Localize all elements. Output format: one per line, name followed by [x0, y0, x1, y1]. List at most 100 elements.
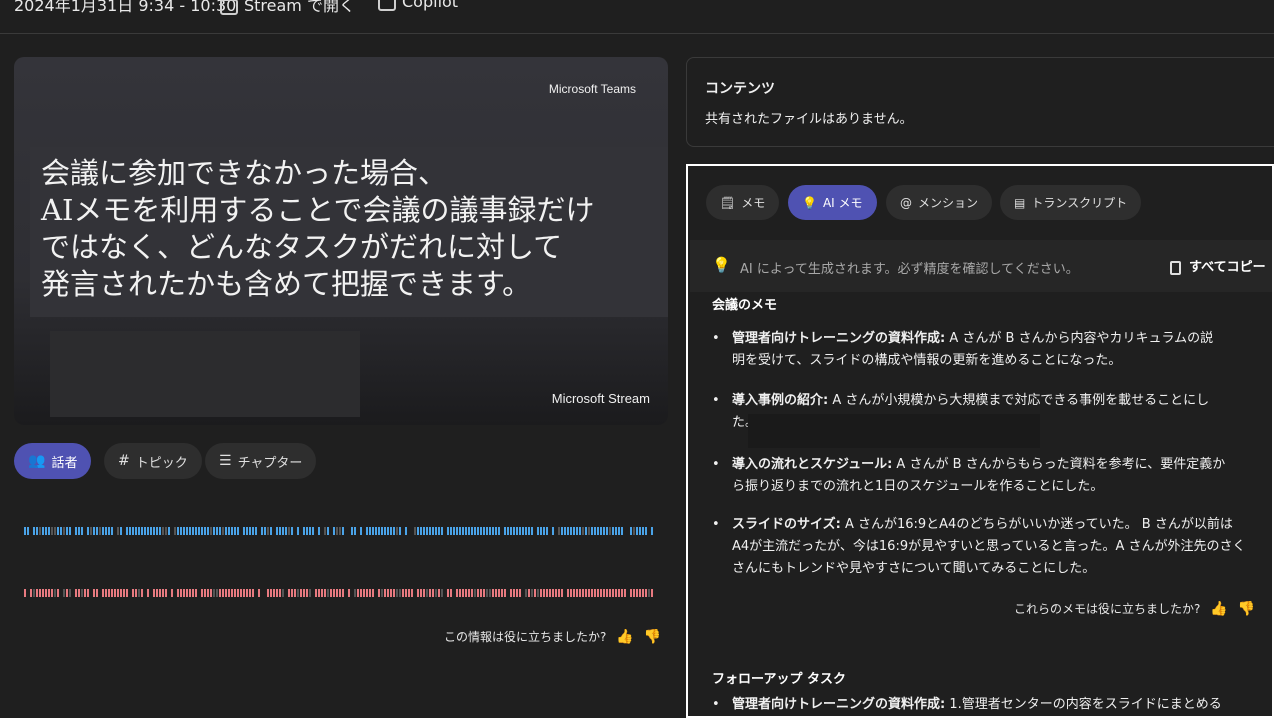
lightbulb-icon: 💡 [802, 195, 817, 210]
copilot-button[interactable]: Copilot [378, 0, 458, 11]
activity-segment [582, 527, 584, 535]
activity-segment [477, 589, 479, 597]
activity-segment [621, 527, 623, 535]
activity-segment [420, 589, 422, 597]
activity-segment [111, 527, 113, 535]
activity-segment [237, 589, 239, 597]
activity-segment [480, 527, 482, 535]
activity-segment [618, 527, 620, 535]
activity-segment [516, 527, 518, 535]
tab-topics[interactable]: # トピック [104, 443, 202, 479]
contents-empty-text: 共有されたファイルはありません。 [705, 112, 913, 127]
activity-segment [387, 527, 389, 535]
activity-segment [267, 589, 269, 597]
lightbulb-icon: 💡 [712, 256, 731, 274]
top-bar: 2024年1月31日 9:34 - 10:30 Stream で開く Copil… [0, 0, 1274, 34]
activity-segment [561, 527, 563, 535]
activity-segment [543, 527, 545, 535]
activity-segment [474, 589, 476, 597]
activity-segment [183, 527, 185, 535]
tab-notes[interactable]: 🗒 メモ [706, 185, 780, 220]
tab-transcript[interactable]: ▤ トランスクリプト [1000, 185, 1142, 220]
activity-segment [450, 527, 452, 535]
copy-all-button[interactable]: すべてコピー [1170, 256, 1266, 275]
activity-segment [102, 527, 104, 535]
speaker-track-1[interactable] [24, 527, 656, 535]
activity-segment [393, 527, 395, 535]
activity-segment [423, 527, 425, 535]
note-head: スライドのサイズ: [732, 517, 841, 532]
activity-segment [525, 589, 527, 597]
activity-segment [24, 589, 26, 597]
activity-segment [93, 589, 95, 597]
activity-segment [66, 589, 68, 597]
tab-chapters[interactable]: ☰ チャプター [205, 443, 317, 479]
activity-segment [369, 527, 371, 535]
activity-segment [573, 527, 575, 535]
activity-segment [438, 527, 440, 535]
activity-segment [252, 589, 254, 597]
note-head: 管理者向けトレーニングの資料作成: [732, 331, 946, 346]
activity-segment [462, 527, 464, 535]
activity-segment [447, 589, 449, 597]
tab-ai-notes[interactable]: 💡 AI メモ [788, 185, 877, 220]
activity-segment [495, 589, 497, 597]
contents-card: コンテンツ 共有されたファイルはありません。 [686, 57, 1274, 147]
activity-segment [399, 527, 401, 535]
activity-segment [39, 589, 41, 597]
activity-segment [633, 589, 635, 597]
activity-segment [567, 589, 569, 597]
activity-segment [540, 527, 542, 535]
tab-notes-label: メモ [741, 196, 766, 210]
activity-segment [312, 527, 314, 535]
notes-panel: 🗒 メモ 💡 AI メモ @ メンション ▤ トランスクリプト 💡 AI によっ… [686, 164, 1274, 718]
activity-segment [27, 527, 29, 535]
activity-segment [390, 589, 392, 597]
activity-segment [66, 527, 68, 535]
activity-segment [141, 589, 143, 597]
open-in-stream-button[interactable]: Stream で開く [220, 0, 355, 16]
open-external-icon [220, 0, 238, 15]
activity-segment [342, 589, 344, 597]
activity-segment [348, 589, 350, 597]
tab-speakers[interactable]: 👥 話者 [14, 443, 92, 479]
activity-segment [219, 527, 221, 535]
tab-chapters-label: チャプター [237, 455, 303, 471]
activity-segment [198, 527, 200, 535]
activity-segment [315, 589, 317, 597]
followup-title: フォローアップ タスク [712, 672, 847, 687]
people-icon: 👥 [28, 453, 46, 469]
thumbs-down-icon[interactable]: 👎 [1238, 601, 1255, 617]
feedback-right: これらのメモは役に立ちましたか? 👍 👎 [1014, 600, 1255, 617]
activity-segment [588, 527, 590, 535]
activity-segment [333, 589, 335, 597]
activity-segment [333, 527, 335, 535]
thumbs-up-icon[interactable]: 👍 [1210, 601, 1227, 617]
thumbs-up-icon[interactable]: 👍 [616, 629, 633, 645]
activity-segment [408, 589, 410, 597]
activity-segment [180, 527, 182, 535]
tab-mentions[interactable]: @ メンション [886, 185, 993, 220]
activity-segment [177, 589, 179, 597]
speaker-track-2[interactable] [24, 589, 656, 597]
thumbs-down-icon[interactable]: 👎 [644, 629, 661, 645]
activity-segment [564, 527, 566, 535]
activity-segment [630, 589, 632, 597]
activity-segment [339, 589, 341, 597]
caption-line: AIメモを利用することで会議の議事録だけ [41, 193, 595, 227]
activity-segment [30, 589, 32, 597]
activity-segment [420, 527, 422, 535]
followup-item: • 管理者向けトレーニングの資料作成: 1.管理者センターの内容をスライドにまと… [712, 697, 1222, 712]
caption-line: 発言されたかも含めて把握できます。 [41, 267, 532, 301]
note-text: さんにもトレンドや見やすさについて聞いてみることにした。 [732, 561, 1096, 576]
activity-segment [285, 527, 287, 535]
activity-segment [579, 589, 581, 597]
activity-segment [561, 589, 563, 597]
video-player[interactable]: Microsoft Teams 会議に参加できなかった場合、 AIメモを利用する… [14, 57, 668, 425]
activity-segment [279, 589, 281, 597]
activity-segment [144, 527, 146, 535]
activity-segment [141, 527, 143, 535]
activity-segment [153, 589, 155, 597]
activity-segment [459, 527, 461, 535]
activity-segment [156, 589, 158, 597]
